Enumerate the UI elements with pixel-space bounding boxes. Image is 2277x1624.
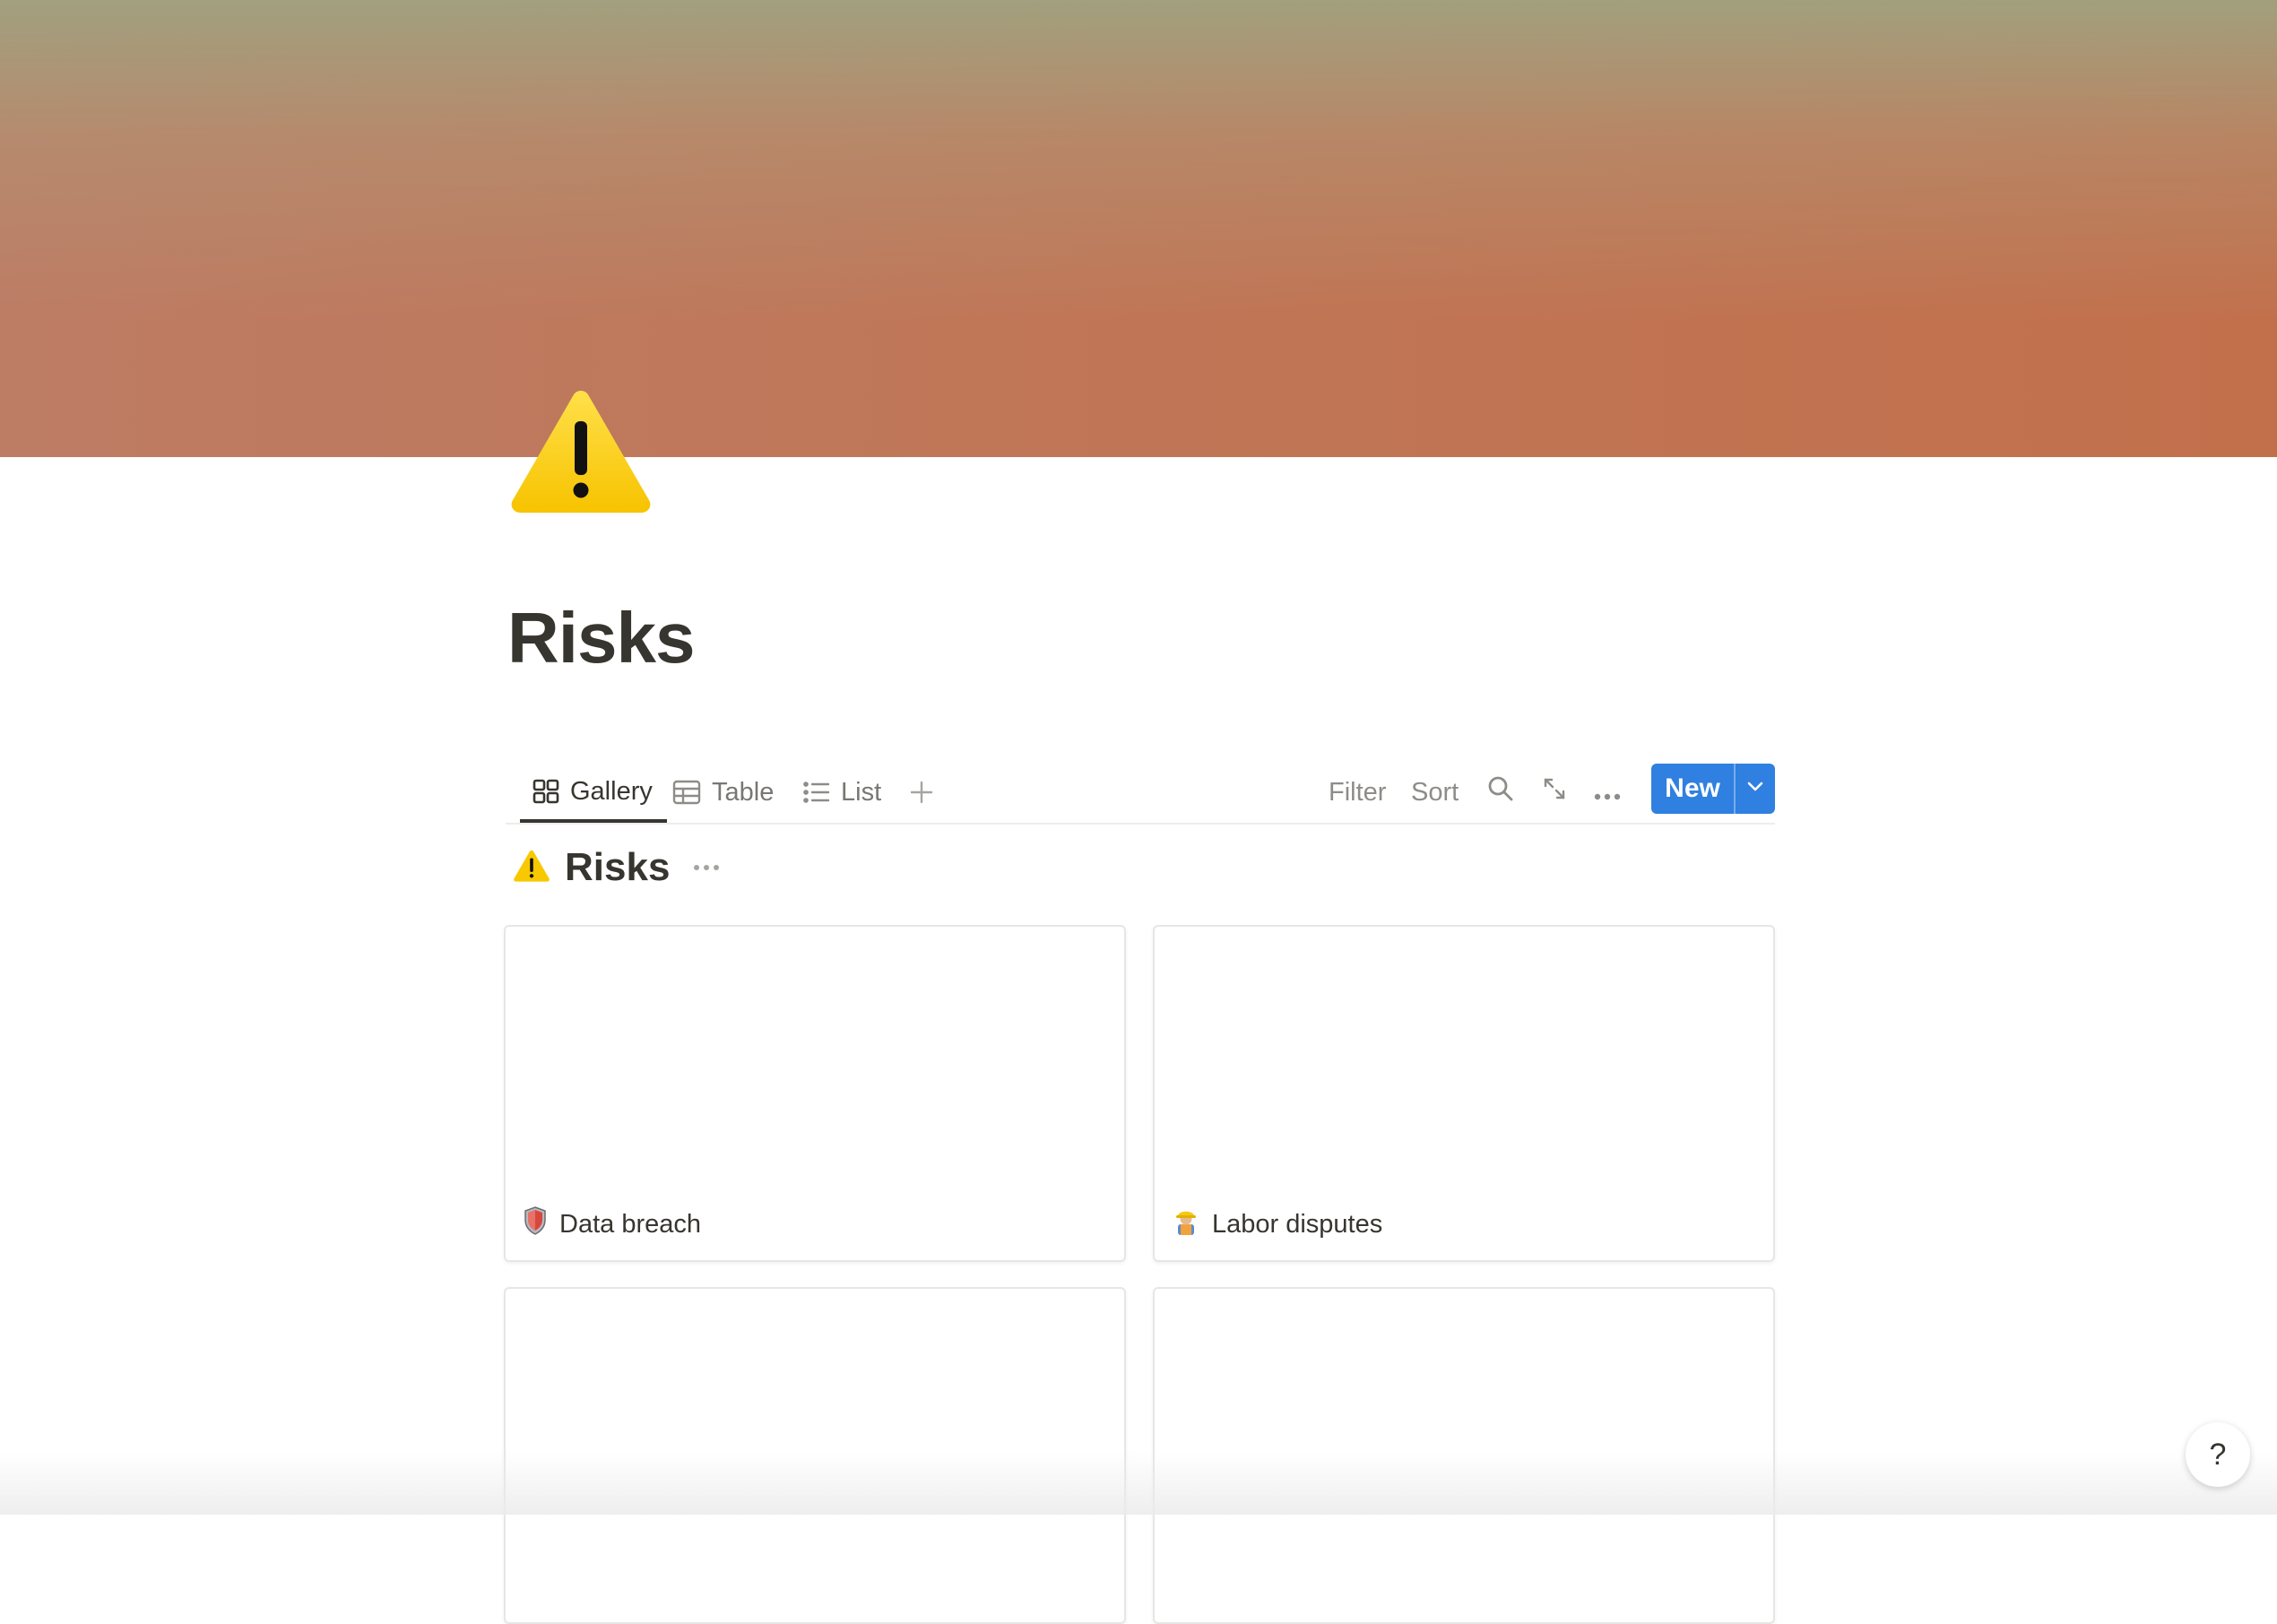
tab-list[interactable]: List: [803, 764, 881, 821]
more-icon: [1594, 778, 1621, 808]
gallery-card[interactable]: [1153, 1287, 1775, 1624]
more-icon: [693, 860, 720, 876]
gallery-card[interactable]: [504, 1287, 1126, 1624]
tab-table[interactable]: Table: [672, 764, 774, 821]
database-more-button[interactable]: [693, 860, 720, 876]
gallery-icon: [532, 779, 559, 804]
new-button-label[interactable]: New: [1651, 764, 1734, 814]
search-icon: [1486, 774, 1515, 810]
card-title: Data breach: [559, 1209, 701, 1239]
page-title[interactable]: Risks: [507, 593, 695, 683]
help-button[interactable]: ?: [2186, 1422, 2250, 1487]
new-dropdown-button[interactable]: [1734, 764, 1775, 814]
tab-label: Table: [712, 777, 775, 807]
chevron-down-icon: [1746, 781, 1764, 797]
table-icon: [672, 780, 701, 805]
card-caption: Data breach: [524, 1206, 701, 1242]
warning-icon[interactable]: [507, 385, 654, 516]
expand-icon: [1542, 776, 1567, 808]
add-view-button[interactable]: [909, 764, 934, 821]
database-name[interactable]: Risks: [565, 845, 670, 890]
tab-label: List: [841, 777, 882, 807]
tab-gallery[interactable]: Gallery: [520, 764, 667, 823]
gallery-card[interactable]: Data breach: [504, 925, 1126, 1262]
new-button[interactable]: New: [1651, 764, 1775, 814]
more-options-button[interactable]: [1594, 764, 1621, 821]
card-caption: Labor disputes: [1173, 1206, 1382, 1242]
warning-icon: [513, 849, 550, 887]
list-icon: [803, 781, 830, 804]
search-button[interactable]: [1486, 764, 1515, 821]
expand-button[interactable]: [1542, 764, 1567, 821]
sort-button[interactable]: Sort: [1411, 764, 1459, 821]
construction-worker-icon: [1173, 1206, 1199, 1242]
database-title: Risks: [513, 841, 720, 894]
plus-icon: [909, 780, 934, 805]
page-cover[interactable]: [0, 0, 2277, 457]
tab-label: Gallery: [570, 776, 653, 806]
shield-icon: [524, 1206, 547, 1242]
filter-button[interactable]: Filter: [1329, 764, 1386, 821]
gallery-card[interactable]: Labor disputes: [1153, 925, 1775, 1262]
card-title: Labor disputes: [1212, 1209, 1383, 1239]
view-toolbar: Gallery Table List Filter Sort: [506, 764, 1775, 825]
bottom-fade: [0, 1452, 2277, 1515]
